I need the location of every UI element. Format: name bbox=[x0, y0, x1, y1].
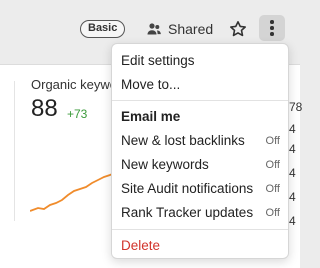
plan-badge[interactable]: Basic bbox=[80, 20, 126, 38]
people-icon bbox=[146, 22, 162, 36]
menu-item-label: Site Audit notifications bbox=[121, 181, 254, 196]
menu-item-rank-tracker-updates[interactable]: Rank Tracker updates Off bbox=[121, 203, 280, 223]
star-icon[interactable] bbox=[228, 19, 248, 39]
card-divider bbox=[14, 81, 15, 221]
toggle-state: Off bbox=[265, 159, 280, 171]
menu-item-new-keywords[interactable]: New keywords Off bbox=[121, 155, 280, 175]
menu-item-delete[interactable]: Delete bbox=[121, 236, 280, 256]
menu-item-move-to[interactable]: Move to... bbox=[121, 75, 280, 95]
menu-item-label: New keywords bbox=[121, 157, 209, 172]
menu-item-edit-settings[interactable]: Edit settings bbox=[121, 51, 280, 71]
shared-label: Shared bbox=[168, 21, 214, 37]
shared-button[interactable]: Shared bbox=[146, 19, 213, 39]
page: Basic Shared Organic keywo 88 +73 78 4 4… bbox=[0, 0, 302, 268]
menu-separator bbox=[112, 229, 288, 230]
menu-separator bbox=[112, 100, 288, 101]
toggle-state: Off bbox=[265, 207, 280, 219]
menu-item-site-audit-notifications[interactable]: Site Audit notifications Off bbox=[121, 179, 280, 199]
card-title: Organic keywo bbox=[31, 77, 117, 92]
menu-item-new-lost-backlinks[interactable]: New & lost backlinks Off bbox=[121, 131, 280, 151]
menu-item-label: New & lost backlinks bbox=[121, 133, 245, 148]
dropdown-menu: Edit settings Move to... Email me New & … bbox=[111, 43, 289, 259]
card-delta: +73 bbox=[67, 107, 88, 121]
menu-item-label: Rank Tracker updates bbox=[121, 205, 254, 220]
trend-chart bbox=[30, 169, 120, 212]
email-heading: Email me bbox=[121, 109, 181, 124]
card-value: 88 bbox=[31, 95, 58, 122]
trend-line bbox=[30, 169, 120, 212]
more-options-icon[interactable] bbox=[259, 15, 285, 41]
toggle-state: Off bbox=[265, 183, 280, 195]
toggle-state: Off bbox=[265, 135, 280, 147]
